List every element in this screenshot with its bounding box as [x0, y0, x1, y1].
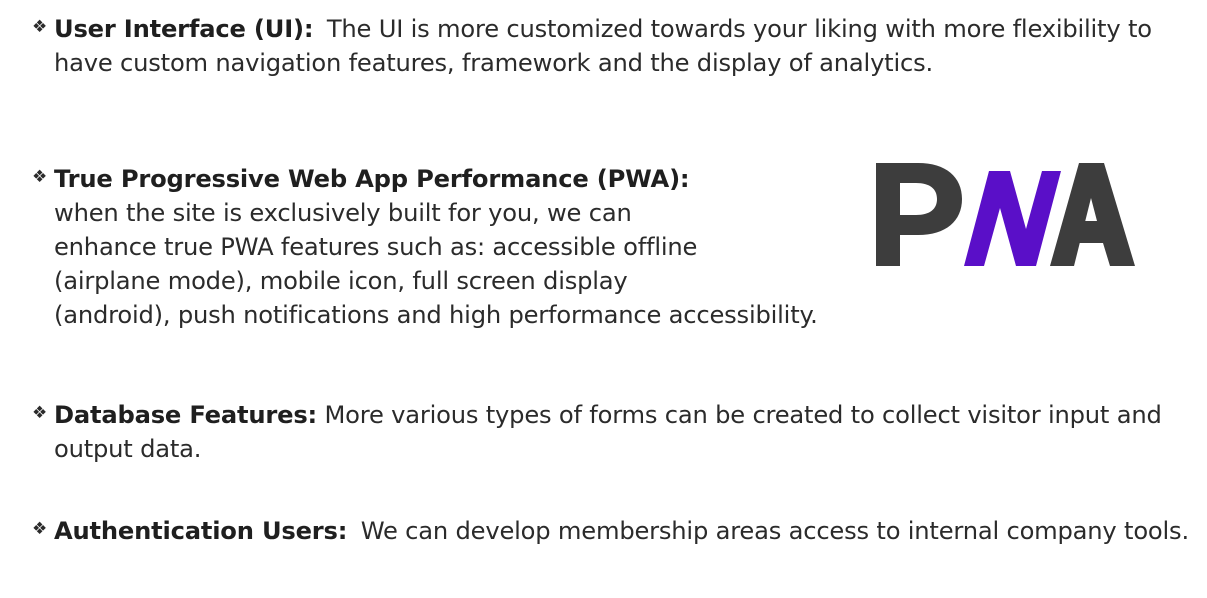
item-title: Database Features: — [54, 401, 317, 429]
pwa-logo-graphic — [876, 163, 1135, 266]
item-body-line: (android), push notifications and high p… — [54, 301, 818, 329]
item-title: User Interface (UI): — [54, 15, 314, 43]
item-body: We can develop membership areas access t… — [360, 517, 1189, 545]
list-item-text: User Interface (UI): The UI is more cust… — [54, 12, 1204, 80]
list-item-text: Authentication Users: We can develop mem… — [54, 514, 1204, 548]
diamond-bullet-icon: ❖ — [32, 167, 48, 187]
diamond-bullet-icon: ❖ — [32, 17, 48, 37]
item-title: Authentication Users: — [54, 517, 348, 545]
diamond-bullet-icon: ❖ — [32, 519, 48, 539]
diamond-bullet-icon: ❖ — [32, 403, 48, 423]
pwa-logo — [876, 163, 1135, 266]
item-body-line: (airplane mode), mobile icon, full scree… — [54, 267, 628, 295]
list-item-text: Database Features: More various types of… — [54, 398, 1204, 466]
